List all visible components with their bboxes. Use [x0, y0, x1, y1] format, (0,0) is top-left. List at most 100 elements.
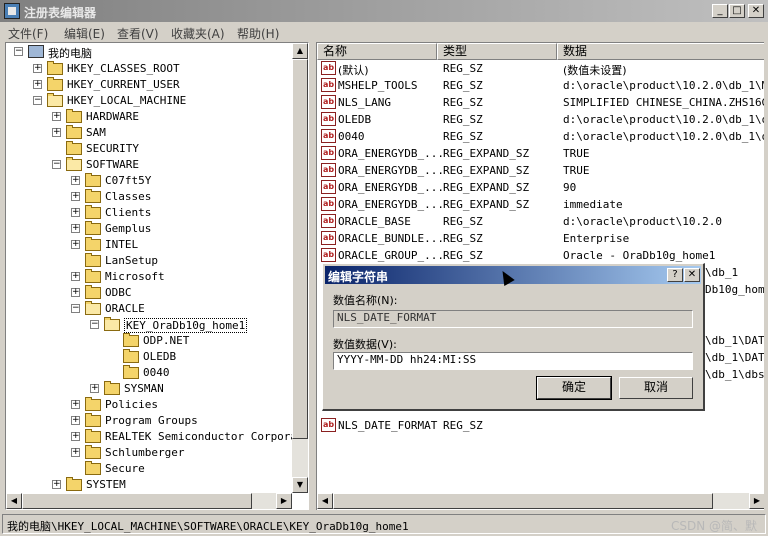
value-row[interactable]: ab ORA_ENERGYDB_... REG_EXPAND_SZ TRUE: [317, 145, 764, 162]
scroll-right-arrow-icon[interactable]: ▶: [749, 493, 764, 509]
string-value-icon: ab: [321, 197, 336, 211]
tree-item-label: 我的电脑: [48, 47, 92, 60]
value-data: immediate: [563, 198, 623, 211]
expand-toggle[interactable]: +: [71, 272, 80, 281]
folder-icon: [85, 269, 101, 283]
expand-toggle[interactable]: +: [52, 128, 61, 137]
folder-icon: [85, 413, 101, 427]
scroll-left-arrow-icon[interactable]: ◀: [6, 493, 22, 509]
expand-toggle[interactable]: +: [52, 480, 61, 489]
value-row[interactable]: ab (默认) REG_SZ (数值未设置): [317, 60, 764, 77]
value-type: REG_SZ: [443, 79, 483, 92]
collapse-toggle[interactable]: −: [33, 96, 42, 105]
value-name-label: 数值名称(N):: [333, 294, 398, 307]
expand-toggle[interactable]: +: [71, 288, 80, 297]
value-row[interactable]: ab NLS_DATE_FORMAT REG_SZ: [317, 417, 764, 434]
value-row[interactable]: ab ORA_ENERGYDB_... REG_EXPAND_SZ 90: [317, 179, 764, 196]
collapse-toggle[interactable]: −: [52, 160, 61, 169]
value-row[interactable]: ab ORA_ENERGYDB_... REG_EXPAND_SZ immedi…: [317, 196, 764, 213]
expand-toggle[interactable]: +: [33, 80, 42, 89]
menu-bar: 文件(F) 编辑(E) 查看(V) 收藏夹(A) 帮助(H): [0, 22, 768, 42]
expand-toggle[interactable]: +: [71, 224, 80, 233]
scroll-right-arrow-icon[interactable]: ▶: [276, 493, 292, 509]
tree-item-label: INTEL: [105, 238, 139, 251]
column-header-type[interactable]: 类型: [437, 43, 557, 60]
value-name: ORACLE_GROUP_...: [338, 249, 444, 262]
tree-item-label: ORACLE: [105, 302, 145, 315]
minimize-button[interactable]: _: [712, 4, 728, 18]
menu-help[interactable]: 帮助(H): [237, 25, 279, 42]
folder-icon: [85, 461, 101, 475]
tree-item-label: LanSetup: [105, 254, 158, 267]
menu-file[interactable]: 文件(F): [8, 25, 48, 42]
help-button[interactable]: ?: [667, 268, 683, 282]
close-button[interactable]: ✕: [748, 4, 764, 18]
expand-toggle[interactable]: +: [90, 384, 99, 393]
scroll-thumb[interactable]: [333, 493, 713, 509]
string-value-icon: ab: [321, 129, 336, 143]
expand-toggle[interactable]: +: [71, 416, 80, 425]
value-row[interactable]: ab OLEDB REG_SZ d:\oracle\product\10.2.0…: [317, 111, 764, 128]
value-name: (默认): [338, 64, 369, 77]
column-header-data[interactable]: 数据: [557, 43, 764, 60]
expand-toggle[interactable]: +: [52, 112, 61, 121]
expand-toggle[interactable]: +: [71, 432, 80, 441]
value-row[interactable]: ab MSHELP_TOOLS REG_SZ d:\oracle\product…: [317, 77, 764, 94]
value-row[interactable]: ab ORACLE_GROUP_... REG_SZ Oracle - OraD…: [317, 247, 764, 264]
tree-item-label: SYSMAN: [124, 382, 164, 395]
value-data: TRUE: [563, 164, 590, 177]
value-type: REG_SZ: [443, 96, 483, 109]
value-name: NLS_LANG: [338, 96, 391, 109]
menu-view[interactable]: 查看(V): [117, 25, 159, 42]
value-row[interactable]: ab ORACLE_BUNDLE... REG_SZ Enterprise: [317, 230, 764, 247]
collapse-toggle[interactable]: −: [90, 320, 99, 329]
value-name: ORACLE_BASE: [338, 215, 411, 228]
tree-vertical-scrollbar[interactable]: ▲ ▼: [292, 43, 308, 493]
list-horizontal-scrollbar[interactable]: ◀ ▶: [317, 493, 764, 509]
expand-toggle[interactable]: +: [33, 64, 42, 73]
value-type: REG_SZ: [443, 215, 483, 228]
string-value-icon: ab: [321, 112, 336, 126]
tree-item-label: OLEDB: [143, 350, 177, 363]
ok-button[interactable]: 确定: [536, 376, 612, 400]
tree-item-label: REALTEK Semiconductor Corporati: [105, 430, 309, 443]
value-row[interactable]: ab ORACLE_BASE REG_SZ d:\oracle\product\…: [317, 213, 764, 230]
expand-toggle[interactable]: +: [71, 240, 80, 249]
menu-edit[interactable]: 编辑(E): [64, 25, 105, 42]
column-header-name[interactable]: 名称: [317, 43, 437, 60]
scroll-down-arrow-icon[interactable]: ▼: [292, 477, 308, 493]
value-row[interactable]: ab ORA_ENERGYDB_... REG_EXPAND_SZ TRUE: [317, 162, 764, 179]
folder-icon: [85, 285, 101, 299]
collapse-toggle[interactable]: −: [71, 304, 80, 313]
expand-toggle[interactable]: +: [71, 176, 80, 185]
string-value-icon: ab: [321, 78, 336, 92]
maximize-button[interactable]: □: [729, 4, 745, 18]
string-value-icon: ab: [321, 163, 336, 177]
menu-favorites[interactable]: 收藏夹(A): [171, 25, 225, 42]
tree-item-label: KEY_OraDb10g_home1: [124, 318, 248, 333]
folder-icon: [47, 61, 63, 75]
value-row[interactable]: ab 0040 REG_SZ d:\oracle\product\10.2.0\…: [317, 128, 764, 145]
tree-horizontal-scrollbar[interactable]: ◀ ▶: [6, 493, 292, 509]
scroll-thumb[interactable]: [22, 493, 252, 509]
dialog-close-button[interactable]: ✕: [684, 268, 700, 282]
tree-item-label: SECURITY: [86, 142, 139, 155]
open-folder-icon: [66, 157, 82, 171]
scroll-left-arrow-icon[interactable]: ◀: [317, 493, 333, 509]
scroll-thumb[interactable]: [292, 59, 308, 439]
computer-icon: [28, 45, 44, 58]
value-name: ORA_ENERGYDB_...: [338, 164, 444, 177]
value-row[interactable]: ab NLS_LANG REG_SZ SIMPLIFIED CHINESE_CH…: [317, 94, 764, 111]
expand-toggle[interactable]: +: [71, 400, 80, 409]
value-type: REG_SZ: [443, 130, 483, 143]
expand-toggle[interactable]: +: [71, 192, 80, 201]
key-tree-pane: − 我的电脑 + HKEY_CLASSES_ROOT + HKEY_CURREN…: [5, 42, 309, 510]
folder-icon: [85, 237, 101, 251]
value-data-input[interactable]: YYYY-MM-DD hh24:MI:SS: [333, 352, 693, 370]
folder-icon: [85, 173, 101, 187]
scroll-up-arrow-icon[interactable]: ▲: [292, 43, 308, 59]
expand-toggle[interactable]: +: [71, 448, 80, 457]
collapse-toggle[interactable]: −: [14, 47, 23, 56]
expand-toggle[interactable]: +: [71, 208, 80, 217]
cancel-button[interactable]: 取消: [619, 377, 693, 399]
